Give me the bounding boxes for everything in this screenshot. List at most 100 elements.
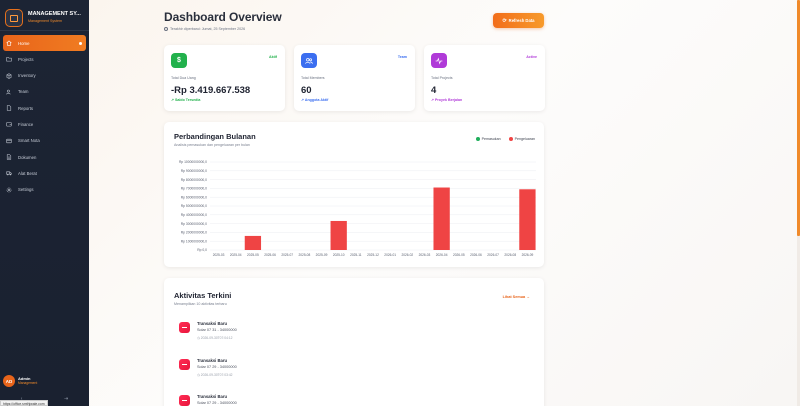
sidebar-item-label: Dokumen — [18, 154, 37, 160]
activity-name: Transaksi Baru — [197, 358, 228, 363]
sidebar: MANAGEMENT SY... Management System Home … — [0, 0, 89, 406]
sidebar-item-label: Alat Berat — [18, 170, 37, 176]
y-tick-label: Rp 0,0 — [197, 248, 207, 252]
x-tick-label: 2025-03 — [213, 253, 225, 257]
x-tick-label: 2026-07 — [487, 253, 499, 257]
refresh-button[interactable]: ⟳ Refresh Data — [493, 13, 544, 28]
sidebar-nav: Home Projects Inventory Team Reports Fin… — [3, 35, 86, 198]
activity-item[interactable]: Transaksi Baru Solar 07 29 - 34000000 — [179, 392, 379, 406]
activity-item[interactable]: Transaksi Baru Solar 07 31 - 34000000 ◷ … — [179, 319, 379, 347]
x-tick-label: 2025-05 — [247, 253, 259, 257]
x-tick-label: 2025-06 — [264, 253, 276, 257]
bar-expense[interactable] — [519, 189, 536, 250]
sidebar-item-projects[interactable]: Projects — [3, 51, 86, 67]
y-tick-label: Rp 10000000000,0 — [179, 160, 207, 164]
y-tick-label: Rp 5000000000,0 — [181, 204, 207, 208]
activity-time-text: 2026-09-30T07:04:12 — [200, 336, 233, 340]
status-badge: Aktif — [269, 55, 277, 59]
sidebar-item-finance[interactable]: Finance — [3, 116, 86, 132]
bar-expense[interactable] — [433, 187, 450, 250]
x-tick-label: 2026-05 — [453, 253, 465, 257]
activity-item[interactable]: Transaksi Baru Solar 07 29 - 34000000 ◷ … — [179, 356, 379, 384]
activity-time: ◷ 2026-09-30T07:04:12 — [197, 336, 233, 340]
stat-note: ↗ Proyek Berjalan — [431, 98, 463, 102]
user-profile[interactable]: AD Admin Management — [3, 373, 87, 389]
y-tick-label: Rp 3000000000,0 — [181, 222, 207, 226]
activity-desc: Solar 07 29 - 34000000 — [197, 401, 237, 405]
user-name: Admin — [18, 375, 31, 381]
monthly-comparison-chart-card: Perbandingan Bulanan Analisis pemasukan … — [164, 122, 544, 267]
stat-note: ↗ Anggota Aktif — [301, 98, 329, 102]
x-tick-label: 2025-12 — [367, 253, 379, 257]
sidebar-item-label: Finance — [18, 121, 34, 127]
see-all-link[interactable]: Lihat Semua → — [503, 295, 530, 299]
y-tick-label: Rp 7000000000,0 — [181, 187, 207, 191]
activity-icon — [431, 53, 447, 68]
logout-icon[interactable]: ⇥ — [64, 396, 68, 402]
folder-icon — [6, 56, 12, 62]
active-dot-icon — [79, 41, 82, 45]
last-updated: Terakhir diperbarui: Jumat, 25 September… — [164, 27, 245, 31]
sidebar-item-dokumen[interactable]: Dokumen — [3, 149, 86, 165]
users-icon — [6, 89, 12, 95]
y-tick-label: Rp 8000000000,0 — [181, 178, 207, 182]
x-tick-label: 2026-01 — [384, 253, 396, 257]
truck-icon — [6, 170, 12, 176]
x-tick-label: 2026-09 — [522, 253, 534, 257]
x-tick-label: 2025-07 — [281, 253, 293, 257]
x-tick-label: 2025-11 — [350, 253, 362, 257]
receipt-icon — [6, 138, 12, 144]
stat-label: Total Projects — [431, 76, 453, 80]
sidebar-item-label: Home — [18, 40, 30, 46]
stat-value: 4 — [431, 85, 437, 96]
bar-expense[interactable] — [330, 220, 347, 250]
y-tick-label: Rp 9000000000,0 — [181, 169, 207, 173]
x-tick-label: 2026-04 — [436, 253, 448, 257]
sidebar-item-alat-berat[interactable]: Alat Berat — [3, 165, 86, 181]
x-tick-label: 2025-10 — [333, 253, 345, 257]
sidebar-item-label: Projects — [18, 56, 34, 62]
app-title: MANAGEMENT SY... — [28, 11, 81, 18]
sidebar-item-home[interactable]: Home — [3, 35, 86, 51]
gear-icon — [6, 187, 12, 193]
activity-subtitle: Menampilkan 10 aktivitas terbaru — [174, 302, 227, 306]
brand[interactable]: MANAGEMENT SY... Management System — [5, 6, 89, 30]
box-icon — [6, 73, 12, 79]
sidebar-item-label: Smart Nota — [18, 138, 40, 144]
status-url: https://office.smthjwale.com — [0, 400, 48, 406]
stat-label: Total Members — [301, 76, 325, 80]
stat-label: Total Dua Uang — [171, 76, 196, 80]
activity-name: Transaksi Baru — [197, 394, 228, 399]
sidebar-item-team[interactable]: Team — [3, 84, 86, 100]
stat-card-projects: Active Total Projects 4 ↗ Proyek Berjala… — [424, 45, 545, 111]
sidebar-item-settings[interactable]: Settings — [3, 182, 86, 198]
minus-icon — [179, 395, 190, 406]
logo-icon — [5, 9, 23, 27]
x-tick-label: 2026-08 — [504, 253, 516, 257]
status-badge: Active — [526, 55, 537, 59]
bar-expense[interactable] — [244, 235, 262, 250]
activity-desc: Solar 07 29 - 34000000 — [197, 365, 237, 369]
sidebar-item-reports[interactable]: Reports — [3, 100, 86, 116]
recent-activity-card: Aktivitas Terkini Menampilkan 10 aktivit… — [164, 278, 544, 406]
status-badge: Team — [397, 55, 407, 59]
bar-chart: Rp 0,0 Rp 1000000000,0 Rp 2000000000,0 Rp 3… — [179, 160, 536, 257]
home-icon — [6, 40, 12, 46]
x-tick-label: 2026-02 — [401, 253, 413, 257]
stat-note-text: Proyek Berjalan — [435, 98, 463, 102]
y-tick-label: Rp 2000000000,0 — [181, 231, 207, 235]
stat-note: ↗ Saldo Tersedia — [171, 98, 201, 102]
last-updated-text: Terakhir diperbarui: Jumat, 25 September… — [170, 27, 246, 31]
activity-title: Aktivitas Terkini — [174, 291, 232, 300]
sidebar-item-smart-nota[interactable]: Smart Nota — [3, 133, 86, 149]
user-role: Management — [18, 381, 38, 386]
avatar: AD — [3, 375, 15, 387]
users-icon — [301, 53, 317, 68]
sidebar-item-inventory[interactable]: Inventory — [3, 68, 86, 84]
stat-value: 60 — [301, 85, 312, 96]
wallet-icon — [6, 121, 12, 127]
refresh-label: Refresh Data — [508, 18, 535, 23]
minus-icon — [179, 359, 190, 370]
y-tick-label: Rp 1000000000,0 — [181, 239, 207, 243]
app-subtitle: Management System — [28, 18, 62, 23]
